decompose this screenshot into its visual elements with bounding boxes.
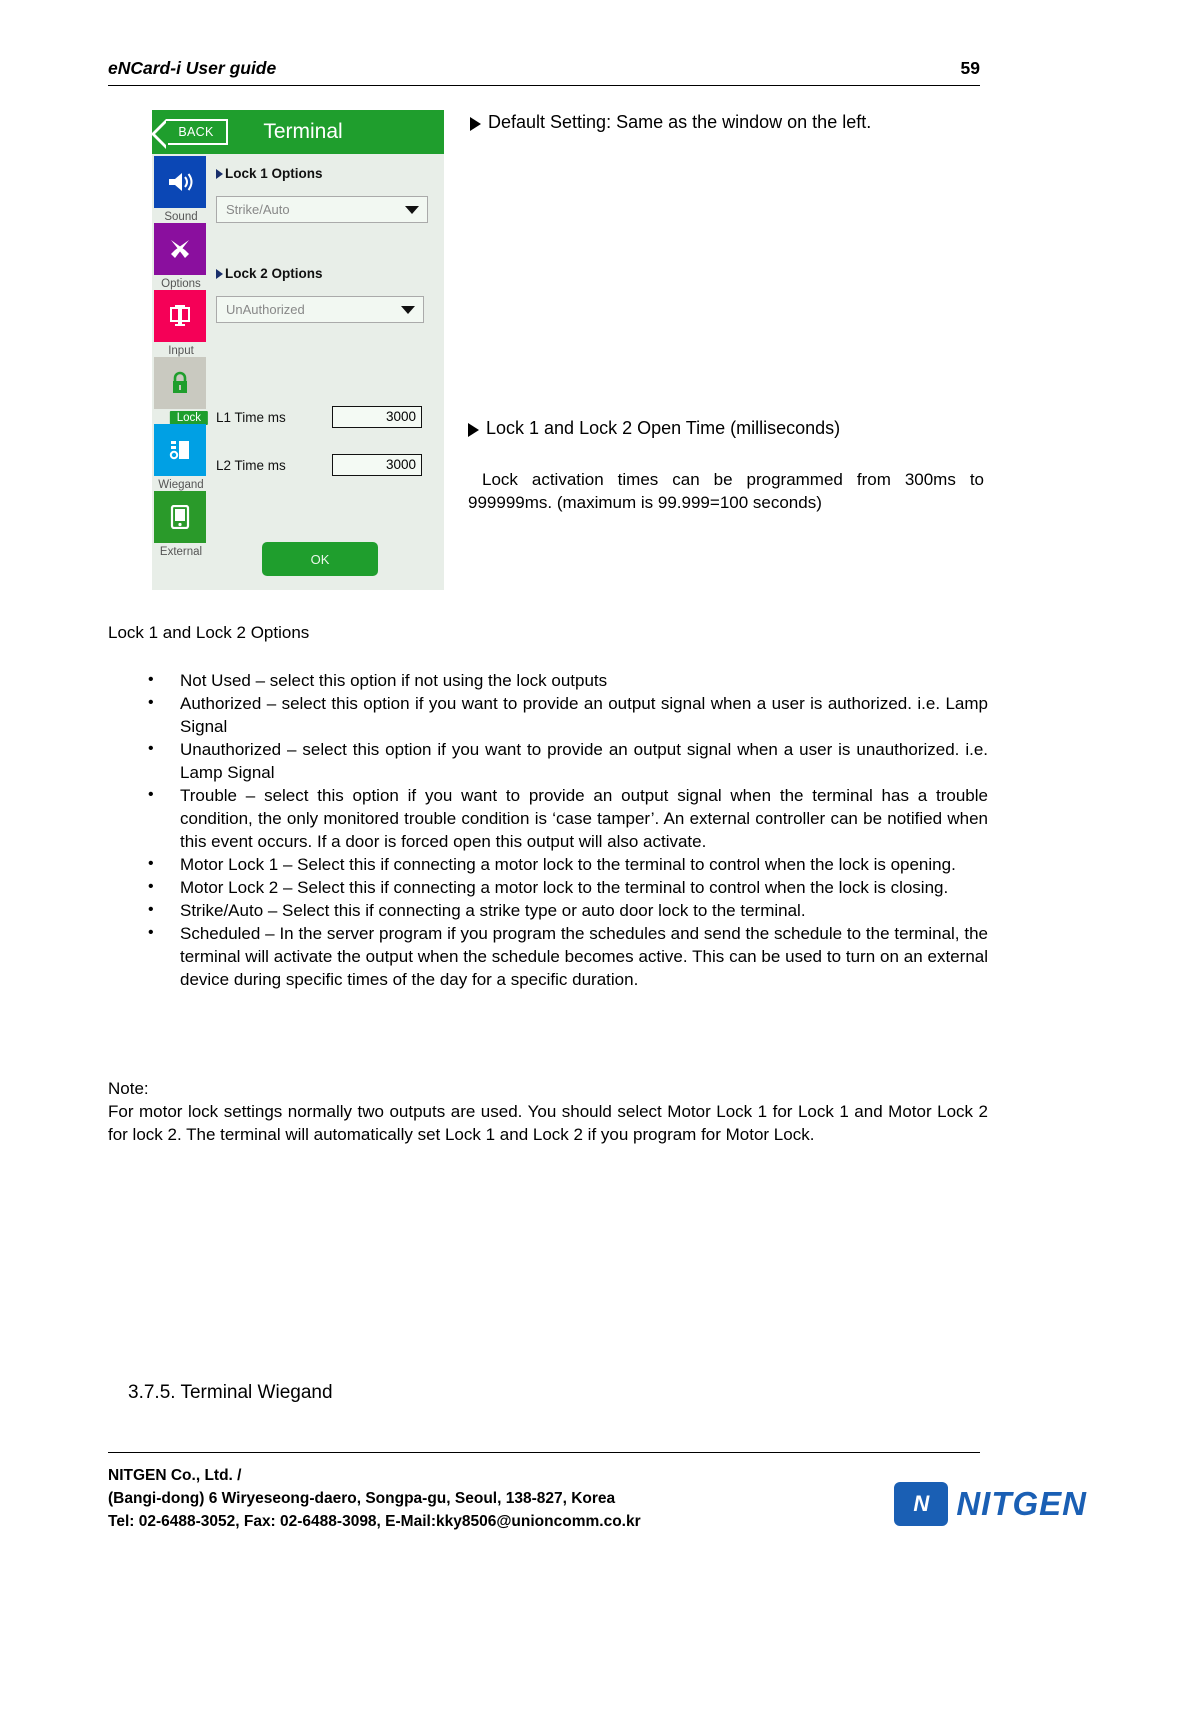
- list-item: Scheduled – In the server program if you…: [108, 921, 988, 991]
- chevron-down-icon: [405, 205, 419, 214]
- l1-time-label: L1 Time ms: [216, 409, 286, 425]
- sidebar-item-options[interactable]: Options: [154, 223, 208, 290]
- speaker-icon: [154, 156, 206, 208]
- sidebar-item-label: Wiegand: [158, 479, 204, 491]
- lock2-options-value: UnAuthorized: [226, 302, 305, 317]
- header-divider: [108, 85, 980, 86]
- lock2-options-label: Lock 2 Options: [216, 266, 323, 281]
- list-item: Unauthorized – select this option if you…: [108, 737, 988, 784]
- chevron-down-icon: [401, 305, 415, 314]
- list-item: Strike/Auto – Select this if connecting …: [108, 898, 988, 922]
- wiegand-icon: [154, 424, 206, 476]
- callout-open-time-body: Lock activation times can be programmed …: [468, 470, 984, 512]
- note-text: For motor lock settings normally two out…: [108, 1102, 988, 1144]
- nitgen-logo-mark: N: [894, 1482, 949, 1526]
- tools-icon: [154, 223, 206, 275]
- nitgen-logo-text: NITGEN: [956, 1485, 1087, 1522]
- l1-time-row: L1 Time ms 3000: [216, 406, 422, 428]
- terminal-titlebar: BACK Terminal: [151, 110, 444, 154]
- sidebar-item-input[interactable]: Input: [154, 290, 208, 357]
- footer-line-3: Tel: 02-6488-3052, Fax: 02-6488-3098, E-…: [108, 1513, 641, 1530]
- note-label: Note:: [108, 1079, 149, 1098]
- list-item: Trouble – select this option if you want…: [108, 783, 988, 853]
- sidebar-item-label: Input: [168, 345, 194, 357]
- terminal-settings-pane: Lock 1 Options Strike/Auto Lock 2 Option…: [208, 154, 444, 590]
- input-icon: [154, 290, 206, 342]
- sidebar-item-wiegand[interactable]: Wiegand: [154, 424, 208, 491]
- terminal-device-screen: BACK Terminal Sound Options Input Lock W…: [151, 110, 444, 590]
- list-item: Motor Lock 1 – Select this if connecting…: [108, 852, 988, 876]
- header-title: eNCard-i User guide: [108, 58, 277, 78]
- page-number: 59: [960, 58, 980, 78]
- nitgen-logo: N NITGEN: [894, 1482, 1087, 1526]
- back-button-label: BACK: [178, 125, 214, 139]
- sidebar-item-lock[interactable]: Lock: [154, 357, 208, 425]
- terminal-body: Sound Options Input Lock Wiegand Externa…: [152, 154, 444, 590]
- sidebar-item-label: Lock: [169, 411, 208, 425]
- callout-default-setting: Default Setting: Same as the window on t…: [470, 112, 980, 133]
- options-bullet-list: Not Used – select this option if not usi…: [108, 668, 988, 991]
- sidebar-item-label: External: [159, 546, 203, 558]
- triangle-bullet-icon: [468, 423, 479, 437]
- options-heading: Lock 1 and Lock 2 Options: [108, 623, 310, 642]
- lock2-options-select[interactable]: UnAuthorized: [216, 296, 424, 323]
- callout-open-time-heading: Lock 1 and Lock 2 Open Time (millisecond…: [468, 418, 980, 439]
- triangle-bullet-icon: [470, 117, 481, 131]
- list-item: Not Used – select this option if not usi…: [108, 668, 988, 692]
- back-button[interactable]: BACK: [151, 119, 228, 149]
- lock1-options-label: Lock 1 Options: [216, 166, 323, 181]
- sidebar-item-label: Options: [161, 278, 201, 290]
- list-item: Authorized – select this option if you w…: [108, 691, 988, 738]
- l2-time-input[interactable]: 3000: [332, 454, 422, 476]
- footer-address: NITGEN Co., Ltd. / (Bangi-dong) 6 Wiryes…: [108, 1464, 641, 1533]
- l2-time-label: L2 Time ms: [216, 457, 286, 473]
- terminal-sidebar: Sound Options Input Lock Wiegand Externa…: [152, 154, 208, 590]
- lock1-options-value: Strike/Auto: [226, 202, 290, 217]
- footer-line-1: NITGEN Co., Ltd. /: [108, 1467, 242, 1484]
- triangle-bullet-icon: [216, 168, 223, 179]
- lock-icon: [154, 357, 206, 409]
- sidebar-item-sound[interactable]: Sound: [154, 156, 208, 223]
- document-header: eNCard-i User guide 59: [108, 58, 980, 79]
- ok-button-label: OK: [310, 551, 330, 567]
- list-item: Motor Lock 2 – Select this if connecting…: [108, 875, 988, 899]
- document-page: eNCard-i User guide 59 BACK Terminal Sou…: [0, 0, 1197, 1710]
- lock1-options-select[interactable]: Strike/Auto: [216, 196, 428, 223]
- note-block: Note: For motor lock settings normally t…: [108, 1077, 988, 1146]
- footer-line-2: (Bangi-dong) 6 Wiryeseong-daero, Songpa-…: [108, 1490, 616, 1507]
- l1-time-input[interactable]: 3000: [332, 406, 422, 428]
- section-heading: 3.7.5. Terminal Wiegand: [128, 1382, 333, 1403]
- ok-button[interactable]: OK: [262, 542, 378, 576]
- triangle-bullet-icon: [216, 268, 223, 279]
- external-icon: [154, 491, 206, 543]
- sidebar-item-external[interactable]: External: [154, 491, 208, 558]
- footer-divider: [108, 1452, 980, 1453]
- sidebar-item-label: Sound: [164, 211, 198, 223]
- l2-time-row: L2 Time ms 3000: [216, 454, 422, 476]
